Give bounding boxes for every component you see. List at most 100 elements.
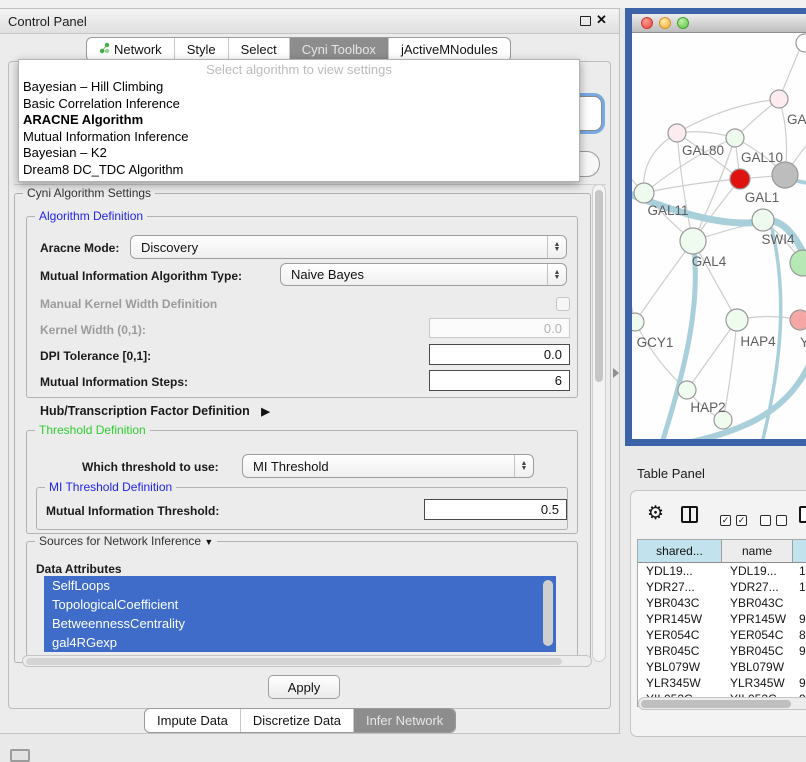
column-header-name[interactable]: name bbox=[722, 540, 793, 562]
column-header-cut[interactable] bbox=[793, 540, 806, 562]
table-horizontal-scrollbar[interactable] bbox=[638, 697, 806, 710]
dropdown-item-dream8[interactable]: Dream8 DC_TDC Algorithm bbox=[19, 162, 579, 179]
table-row[interactable]: YLR345WYLR345W9. bbox=[638, 675, 806, 691]
dropdown-item-mutual-information[interactable]: Mutual Information Inference bbox=[19, 129, 579, 146]
node-swi4[interactable] bbox=[752, 209, 774, 231]
tab-infer-network[interactable]: Infer Network bbox=[353, 709, 455, 732]
document-icon[interactable] bbox=[799, 506, 806, 523]
deselect-all-checkbox-icon-2[interactable] bbox=[776, 515, 787, 526]
tab-select[interactable]: Select bbox=[228, 38, 289, 61]
mi-steps-value: 6 bbox=[555, 373, 562, 388]
dropdown-item-basic-correlation[interactable]: Basic Correlation Inference bbox=[19, 96, 579, 113]
settings-horizontal-scrollbar-thumb[interactable] bbox=[26, 658, 562, 665]
node-gcy1[interactable] bbox=[632, 313, 644, 331]
close-icon[interactable]: ✕ bbox=[596, 12, 607, 28]
node-label-gal80: GAL80 bbox=[682, 143, 724, 158]
tab-cyni-toolbox[interactable]: Cyni Toolbox bbox=[289, 38, 388, 61]
tab-discretize-data[interactable]: Discretize Data bbox=[240, 709, 353, 732]
node-unlabeled-top[interactable] bbox=[796, 34, 806, 52]
node-salmon[interactable] bbox=[790, 310, 806, 330]
aracne-mode-combobox[interactable]: Discovery ▲▼ bbox=[130, 235, 567, 259]
dpi-tolerance-label: DPI Tolerance [0,1]: bbox=[40, 349, 151, 363]
control-panel-titlebar: Control Panel ✕ bbox=[0, 9, 619, 34]
table-cell: YLR345W bbox=[722, 675, 793, 691]
mi-steps-label: Mutual Information Steps: bbox=[40, 375, 188, 389]
mi-threshold-field[interactable]: 0.5 bbox=[424, 499, 567, 520]
dpi-tolerance-value: 0.0 bbox=[544, 347, 562, 362]
sources-title[interactable]: Sources for Network Inference ▼ bbox=[35, 535, 217, 549]
kernel-width-field[interactable]: 0.0 bbox=[429, 318, 570, 338]
manual-kernel-checkbox[interactable] bbox=[556, 297, 570, 311]
tab-network[interactable]: Network bbox=[87, 38, 174, 61]
split-columns-icon[interactable] bbox=[681, 506, 698, 523]
network-edge[interactable] bbox=[635, 241, 693, 322]
tab-discretize-data-label: Discretize Data bbox=[253, 709, 341, 732]
close-traffic-light-icon[interactable] bbox=[641, 17, 653, 29]
tab-impute-data[interactable]: Impute Data bbox=[145, 709, 240, 732]
mi-type-combobox[interactable]: Naive Bayes ▲▼ bbox=[280, 263, 567, 286]
table-row[interactable]: YER054CYER054C8. bbox=[638, 627, 806, 643]
table-cell: YDR27... bbox=[722, 579, 793, 595]
tab-jactivemnodules[interactable]: jActiveMNodules bbox=[388, 38, 510, 61]
float-window-icon[interactable] bbox=[580, 16, 591, 26]
table-row[interactable]: YPR145WYPR145W9. bbox=[638, 611, 806, 627]
table-row[interactable]: YBR043CYBR043C bbox=[638, 595, 806, 611]
table-horizontal-scrollbar-thumb[interactable] bbox=[641, 700, 791, 708]
table-panel: ⚙ ✓ ✓ shared... name YDL19...YDL19...13Y… bbox=[630, 490, 806, 737]
deselect-all-checkbox-icon[interactable] bbox=[760, 515, 771, 526]
node-gal80[interactable] bbox=[668, 124, 686, 142]
node-gal11[interactable] bbox=[634, 183, 654, 203]
kernel-width-value: 0.0 bbox=[544, 321, 562, 336]
tab-cyni-toolbox-label: Cyni Toolbox bbox=[302, 38, 376, 61]
node-gal4[interactable] bbox=[680, 228, 706, 254]
attributes-scrollbar-thumb[interactable] bbox=[543, 580, 553, 646]
settings-horizontal-scrollbar[interactable] bbox=[22, 655, 592, 667]
zoom-traffic-light-icon[interactable] bbox=[677, 17, 689, 29]
node-green[interactable] bbox=[790, 250, 806, 276]
dropdown-item-bayesian-hill-climbing[interactable]: Bayesian – Hill Climbing bbox=[19, 79, 579, 96]
dropdown-item-bayesian-k2[interactable]: Bayesian – K2 bbox=[19, 145, 579, 162]
select-all-checkbox-icon-2[interactable]: ✓ bbox=[736, 515, 747, 526]
network-window-titlebar[interactable] bbox=[632, 14, 806, 33]
dropdown-item-aracne[interactable]: ARACNE Algorithm bbox=[19, 112, 579, 129]
hub-definition-label: Hub/Transcription Factor Definition bbox=[40, 404, 250, 418]
settings-vertical-scrollbar-thumb[interactable] bbox=[595, 190, 603, 382]
node-gray[interactable] bbox=[772, 162, 798, 188]
table-row[interactable]: YDR27...YDR27...12 bbox=[638, 579, 806, 595]
node-gal10[interactable] bbox=[726, 129, 744, 147]
list-item-betweennesscentrality[interactable]: BetweennessCentrality bbox=[44, 614, 556, 633]
node-gal1[interactable] bbox=[730, 169, 750, 189]
node-gal7[interactable] bbox=[770, 90, 788, 108]
threshold-definition-title: Threshold Definition bbox=[35, 424, 150, 437]
settings-vertical-scrollbar[interactable] bbox=[592, 184, 606, 662]
dpi-tolerance-field[interactable]: 0.0 bbox=[429, 344, 570, 365]
column-header-shared[interactable]: shared... bbox=[638, 540, 722, 562]
list-item-topologicalcoefficient[interactable]: TopologicalCoefficient bbox=[44, 595, 556, 614]
select-all-checkbox-icon[interactable]: ✓ bbox=[720, 515, 731, 526]
algorithm-definition-title: Algorithm Definition bbox=[35, 210, 147, 223]
network-edge[interactable] bbox=[677, 99, 779, 133]
node-hap4[interactable] bbox=[726, 309, 748, 331]
table-cell: YBL079W bbox=[638, 659, 722, 675]
table-row[interactable]: YBL079WYBL079W bbox=[638, 659, 806, 675]
which-threshold-combobox[interactable]: MI Threshold ▲▼ bbox=[242, 454, 534, 478]
dropdown-prompt: Select algorithm to view settings bbox=[19, 60, 579, 79]
list-item-gal4rgexp[interactable]: gal4RGexp bbox=[44, 633, 556, 652]
table-row[interactable]: YBR045CYBR045C9. bbox=[638, 643, 806, 659]
mi-steps-field[interactable]: 6 bbox=[429, 370, 570, 391]
splitter-arrow-icon[interactable] bbox=[613, 368, 619, 378]
minimized-panel-icon[interactable] bbox=[10, 749, 30, 762]
tab-style[interactable]: Style bbox=[174, 38, 228, 61]
list-item-selfloops[interactable]: SelfLoops bbox=[44, 576, 556, 595]
node-label-gal: GAL bbox=[787, 112, 806, 127]
network-canvas[interactable]: GALGAL80GAL10GAL1GAL11SWI4GAL4GCY1HAP4YH… bbox=[632, 33, 806, 439]
apply-button[interactable]: Apply bbox=[268, 675, 340, 699]
node-hap2[interactable] bbox=[678, 381, 696, 399]
mi-type-label: Mutual Information Algorithm Type: bbox=[40, 269, 242, 283]
network-edge[interactable] bbox=[644, 179, 740, 193]
tab-network-label: Network bbox=[114, 38, 162, 61]
table-row[interactable]: YDL19...YDL19...13 bbox=[638, 563, 806, 579]
hub-definition-toggle[interactable]: Hub/Transcription Factor Definition ▶ bbox=[40, 404, 270, 418]
minimize-traffic-light-icon[interactable] bbox=[659, 17, 671, 29]
settings-gear-icon[interactable]: ⚙ bbox=[647, 504, 664, 523]
